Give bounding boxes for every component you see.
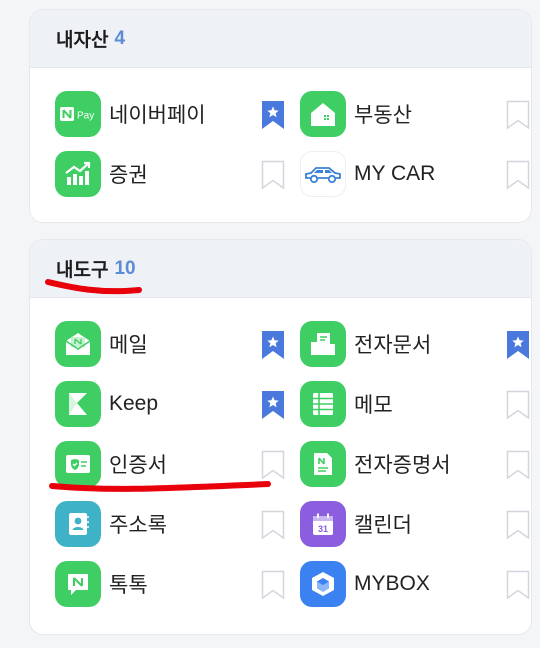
bookmark-empty-icon[interactable] xyxy=(506,510,530,540)
asset-item-realestate[interactable]: 부동산 xyxy=(300,90,530,138)
bookmark-empty-icon[interactable] xyxy=(261,570,285,600)
talktalk-icon xyxy=(55,561,101,607)
mail-icon xyxy=(55,321,101,367)
stock-chart-icon xyxy=(55,151,101,197)
svg-text:Pay: Pay xyxy=(77,111,94,122)
bookmark-empty-icon[interactable] xyxy=(506,160,530,190)
naver-pay-icon: Pay xyxy=(55,91,101,137)
assets-count: 4 xyxy=(114,27,126,49)
bookmark-empty-icon[interactable] xyxy=(506,390,530,420)
calendar-icon: 31 xyxy=(300,501,346,547)
asset-item-naverpay[interactable]: Pay 네이버페이 xyxy=(55,90,285,138)
tools-header: 내도구 10 xyxy=(30,240,531,298)
assets-header: 내자산 4 xyxy=(30,10,531,68)
asset-item-realestate-label: 부동산 xyxy=(354,104,412,127)
bookmark-empty-icon[interactable] xyxy=(506,450,530,480)
tool-item-mybox[interactable]: MYBOX xyxy=(300,560,530,608)
contacts-icon xyxy=(55,501,101,547)
bookmark-empty-icon[interactable] xyxy=(261,450,285,480)
bookmark-filled-icon[interactable] xyxy=(261,100,285,130)
tools-title: 내도구 xyxy=(56,260,109,281)
tool-item-mail-label: 메일 xyxy=(109,334,148,357)
bookmark-empty-icon[interactable] xyxy=(261,160,285,190)
house-icon xyxy=(300,91,346,137)
tool-item-edocument[interactable]: 전자문서 xyxy=(300,320,530,368)
svg-text:31: 31 xyxy=(318,524,328,534)
tool-item-contacts-label: 주소록 xyxy=(109,514,167,537)
e-certificate-icon xyxy=(300,441,346,487)
bookmark-filled-icon[interactable] xyxy=(506,330,530,360)
keep-icon xyxy=(55,381,101,427)
tool-item-ecertificate-label: 전자증명서 xyxy=(354,454,451,477)
assets-card: 내자산 4 Pay 네이버페이 부동산 증권 MY CAR xyxy=(29,9,532,223)
tool-item-mybox-label: MYBOX xyxy=(354,572,430,595)
tool-item-mail[interactable]: 메일 xyxy=(55,320,285,368)
assets-title: 내자산 xyxy=(56,30,109,51)
tool-item-keep-label: Keep xyxy=(109,392,159,415)
tool-item-memo[interactable]: 메모 xyxy=(300,380,530,428)
tool-item-talktalk-label: 톡톡 xyxy=(109,574,148,597)
asset-item-mycar[interactable]: MY CAR xyxy=(300,150,530,198)
bookmark-filled-icon[interactable] xyxy=(261,330,285,360)
tool-item-certificate-label: 인증서 xyxy=(109,454,167,477)
tools-count: 10 xyxy=(114,257,136,279)
bookmark-filled-icon[interactable] xyxy=(261,390,285,420)
tool-item-keep[interactable]: Keep xyxy=(55,380,285,428)
asset-item-stocks[interactable]: 증권 xyxy=(55,150,285,198)
tool-item-calendar[interactable]: 31 캘린더 xyxy=(300,500,530,548)
mybox-icon xyxy=(300,561,346,607)
car-icon xyxy=(300,151,346,197)
tools-card: 내도구 10 메일 전자문서 Keep 메모 인증서 전자증명서 주소록 31 … xyxy=(29,239,532,635)
certificate-icon xyxy=(55,441,101,487)
tool-item-contacts[interactable]: 주소록 xyxy=(55,500,285,548)
bookmark-empty-icon[interactable] xyxy=(261,510,285,540)
bookmark-empty-icon[interactable] xyxy=(506,570,530,600)
document-folder-icon xyxy=(300,321,346,367)
tool-item-memo-label: 메모 xyxy=(354,394,393,417)
tool-item-edocument-label: 전자문서 xyxy=(354,334,432,357)
tool-item-calendar-label: 캘린더 xyxy=(354,514,412,537)
bookmark-empty-icon[interactable] xyxy=(506,100,530,130)
asset-item-mycar-label: MY CAR xyxy=(354,162,436,185)
tool-item-certificate[interactable]: 인증서 xyxy=(55,440,285,488)
tool-item-talktalk[interactable]: 톡톡 xyxy=(55,560,285,608)
asset-item-stocks-label: 증권 xyxy=(109,164,148,187)
tool-item-ecertificate[interactable]: 전자증명서 xyxy=(300,440,530,488)
memo-icon xyxy=(300,381,346,427)
asset-item-naverpay-label: 네이버페이 xyxy=(109,104,206,127)
